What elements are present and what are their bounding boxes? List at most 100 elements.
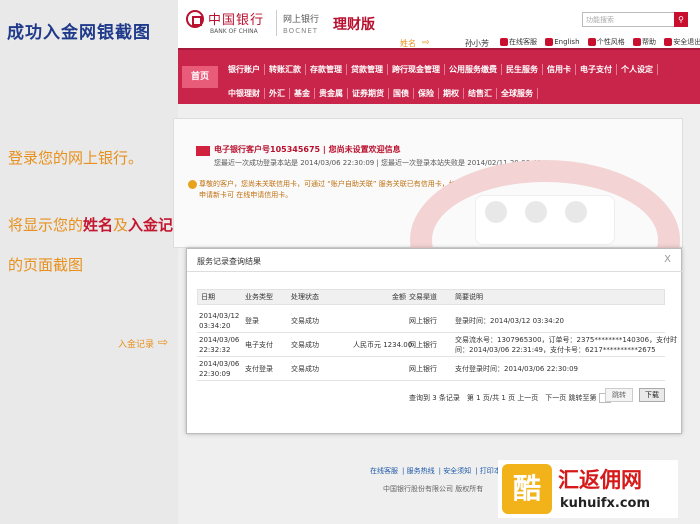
main-nav: 首页 银行账户 转账汇款 存款管理 贷款管理 跨行现金管理 公用服务缴费 民生服… bbox=[178, 48, 700, 104]
column-header-status: 处理状态 bbox=[291, 293, 319, 301]
copyright: 中国银行股份有限公司 版权所有 bbox=[383, 485, 484, 493]
footer-link-hotline[interactable]: 服务热线 bbox=[407, 467, 435, 475]
row3-channel: 网上银行 bbox=[409, 365, 437, 373]
nav-item-metals[interactable]: 贵金属 bbox=[315, 88, 348, 99]
warning-icon bbox=[188, 180, 197, 189]
annotation-step3: 的页面截图 bbox=[8, 256, 84, 274]
nav-item-settings[interactable]: 个人设定 bbox=[617, 64, 658, 75]
annotation-title: 成功入金网银截图 bbox=[7, 23, 151, 43]
row3-note: 支付登录时间：2014/03/06 22:30:09 bbox=[455, 365, 579, 373]
function-search-input[interactable]: 功能搜索 bbox=[582, 12, 680, 27]
close-icon[interactable]: X bbox=[664, 254, 671, 265]
watermark: 酷 汇返佣网 kuhuifx.com bbox=[498, 460, 678, 518]
envelope-icon bbox=[196, 146, 210, 156]
bank-header: 中国银行 BANK OF CHINA 网上银行 BOCNET 理财版 功能搜索 … bbox=[178, 0, 700, 48]
annotation-panel: 成功入金网银截图 登录您的网上银行。 将显示您的姓名及入金记录 的页面截图 入金… bbox=[0, 0, 188, 524]
service-icon[interactable] bbox=[565, 201, 587, 223]
nav-item-livelihood[interactable]: 民生服务 bbox=[502, 64, 543, 75]
nav-row-2: 中银理财 外汇 基金 贵金属 证券期货 国债 保险 期权 结售汇 全球服务 bbox=[224, 88, 538, 99]
language-icon bbox=[545, 38, 554, 46]
row2-type: 电子支付 bbox=[245, 341, 273, 349]
annotation-arrow: ⇨ bbox=[158, 335, 169, 349]
row1-status: 交易成功 bbox=[291, 317, 319, 325]
annotation-step1: 登录您的网上银行。 bbox=[8, 149, 144, 167]
row-divider bbox=[197, 332, 665, 333]
bocnet-label: BOCNET bbox=[283, 27, 319, 35]
row2-time: 22:32:32 bbox=[199, 346, 231, 354]
customer-number-line: 电子银行客户号105345675 | 您尚未设置欢迎信息 bbox=[214, 145, 401, 154]
footer-link-online-service[interactable]: 在线客服 bbox=[370, 467, 398, 475]
footer-link-security[interactable]: 安全须知 bbox=[443, 467, 471, 475]
top-link-english[interactable]: English bbox=[545, 38, 582, 46]
top-link-online-service[interactable]: 在线客服 bbox=[500, 38, 540, 46]
online-banking-label: 网上银行 bbox=[283, 15, 320, 25]
nav-item-forex[interactable]: 外汇 bbox=[265, 88, 290, 99]
bank-name-cn: 中国银行 bbox=[208, 13, 265, 28]
nav-item-accounts[interactable]: 银行账户 bbox=[224, 64, 265, 75]
nav-item-transfer[interactable]: 转账汇款 bbox=[265, 64, 306, 75]
service-icon[interactable] bbox=[485, 201, 507, 223]
column-header-type: 业务类型 bbox=[245, 293, 273, 301]
nav-item-fx-settlement[interactable]: 结售汇 bbox=[464, 88, 497, 99]
nav-item-global[interactable]: 全球服务 bbox=[497, 88, 538, 99]
search-icon: ⚲ bbox=[678, 15, 684, 24]
row1-note: 登录时间：2014/03/12 03:34:20 bbox=[455, 317, 565, 325]
row1-date: 2014/03/12 bbox=[199, 312, 240, 320]
row3-date: 2014/03/06 bbox=[199, 360, 240, 368]
row-divider bbox=[197, 356, 665, 357]
lock-icon bbox=[664, 38, 673, 46]
column-header-note: 简要说明 bbox=[455, 293, 483, 301]
bank-name-en: BANK OF CHINA bbox=[210, 28, 258, 35]
nav-item-options[interactable]: 期权 bbox=[439, 88, 464, 99]
annotation-step2-name: 姓名 bbox=[83, 216, 114, 234]
help-icon bbox=[632, 38, 641, 46]
nav-item-securities[interactable]: 证券期货 bbox=[348, 88, 389, 99]
nav-home-tab[interactable]: 首页 bbox=[182, 66, 218, 88]
service-icon[interactable] bbox=[525, 201, 547, 223]
annotation-step2-pre: 将显示您的 bbox=[8, 216, 84, 234]
nav-item-epay[interactable]: 电子支付 bbox=[576, 64, 617, 75]
row3-status: 交易成功 bbox=[291, 365, 319, 373]
nav-row-1: 银行账户 转账汇款 存款管理 贷款管理 跨行现金管理 公用服务缴费 民生服务 信… bbox=[224, 64, 658, 75]
quick-service-icons bbox=[475, 195, 615, 245]
search-button[interactable]: ⚲ bbox=[674, 12, 688, 27]
nav-item-loan[interactable]: 贷款管理 bbox=[347, 64, 388, 75]
prev-next-links[interactable]: 上一页 下一页 bbox=[517, 394, 566, 402]
row3-time: 22:30:09 bbox=[199, 370, 231, 378]
boc-logo-icon bbox=[186, 10, 204, 28]
jump-to-label: 跳转至第 bbox=[568, 394, 597, 402]
style-icon bbox=[587, 38, 596, 46]
nav-item-bill-pay[interactable]: 公用服务缴费 bbox=[445, 64, 502, 75]
nav-item-deposit[interactable]: 存款管理 bbox=[306, 64, 347, 75]
download-button[interactable]: 下载 bbox=[639, 388, 665, 402]
row-divider bbox=[197, 380, 665, 381]
jump-button[interactable]: 跳转 bbox=[605, 388, 633, 402]
top-link-logout[interactable]: 安全退出 bbox=[664, 38, 700, 46]
nav-item-bonds[interactable]: 国债 bbox=[389, 88, 414, 99]
dialog-divider bbox=[187, 271, 683, 272]
row2-note-line1: 交易流水号：1307965300，订单号：2375********140306，… bbox=[455, 336, 678, 344]
annotation-step2: 将显示您的姓名及入金记录 bbox=[8, 212, 188, 238]
row2-channel: 网上银行 bbox=[409, 341, 437, 349]
watermark-logo-icon: 酷 bbox=[502, 464, 552, 514]
top-link-help[interactable]: 帮助 bbox=[632, 38, 659, 46]
row2-amount: 人民币元 1234.00 bbox=[353, 341, 413, 349]
row3-type: 支付登录 bbox=[245, 365, 273, 373]
column-header-date: 日期 bbox=[201, 293, 215, 301]
nav-item-fund[interactable]: 基金 bbox=[290, 88, 315, 99]
pagination: 查询到 3 条记录 第 1 页/共 1 页 上一页 下一页 跳转至第 页 bbox=[409, 393, 620, 403]
chat-icon bbox=[500, 38, 508, 46]
nav-item-credit-card[interactable]: 信用卡 bbox=[543, 64, 576, 75]
top-link-style[interactable]: 个性风格 bbox=[587, 38, 628, 46]
nav-item-wealth[interactable]: 中银理财 bbox=[224, 88, 265, 99]
nav-item-insurance[interactable]: 保险 bbox=[414, 88, 439, 99]
row1-time: 03:34:20 bbox=[199, 322, 231, 330]
dialog-title: 服务记录查询结果 bbox=[197, 257, 261, 266]
row1-type: 登录 bbox=[245, 317, 259, 325]
annotation-name-arrow: ⇨ bbox=[422, 38, 430, 48]
header-divider bbox=[276, 10, 277, 36]
column-header-amount: 金额 bbox=[392, 293, 406, 301]
top-links: 在线客服 English 个性风格 帮助 安全退出 bbox=[500, 37, 700, 47]
nav-item-cash-mgmt[interactable]: 跨行现金管理 bbox=[388, 64, 445, 75]
watermark-title: 汇返佣网 bbox=[558, 467, 642, 492]
